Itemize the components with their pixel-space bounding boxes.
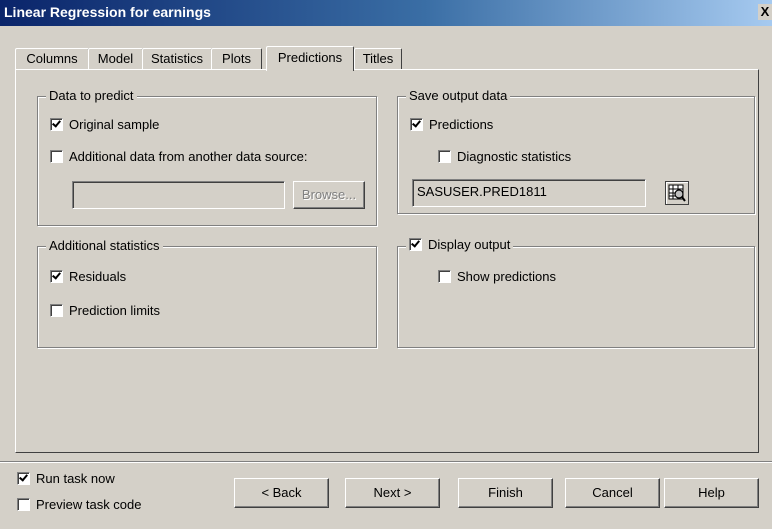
additional-data-source-field[interactable] [72, 181, 285, 209]
output-dataset-value: SASUSER.PRED1811 [417, 184, 547, 199]
predictions-panel: Data to predict Original sample Addition… [15, 69, 759, 453]
title-bar: Linear Regression for earnings X [0, 0, 772, 26]
display-output-label: Display output [428, 237, 511, 252]
show-predictions-checkbox[interactable]: Show predictions [438, 269, 556, 284]
diagnostic-statistics-label: Diagnostic statistics [457, 149, 572, 164]
close-button[interactable]: X [758, 4, 772, 20]
show-predictions-box[interactable] [438, 270, 451, 283]
help-button[interactable]: Help [664, 478, 759, 508]
additional-data-label: Additional data from another data source… [69, 149, 308, 164]
residuals-checkbox[interactable]: Residuals [50, 269, 126, 284]
back-button[interactable]: < Back [234, 478, 329, 508]
prediction-limits-label: Prediction limits [69, 303, 161, 318]
finish-button[interactable]: Finish [458, 478, 553, 508]
next-button[interactable]: Next > [345, 478, 440, 508]
preview-task-code-box[interactable] [17, 498, 30, 511]
save-output-group: Save output data Predictions Diagnostic … [397, 88, 755, 214]
run-task-now-checkbox[interactable]: Run task now [17, 471, 115, 486]
tab-plots[interactable]: Plots [211, 48, 262, 69]
additional-statistics-legend: Additional statistics [46, 238, 163, 253]
predictions-checkbox[interactable]: Predictions [410, 117, 493, 132]
tab-predictions[interactable]: Predictions [266, 46, 354, 71]
run-task-now-label: Run task now [36, 471, 115, 486]
display-output-group: Display output Show predictions [397, 237, 755, 348]
original-sample-box[interactable] [50, 118, 63, 131]
predictions-box[interactable] [410, 118, 423, 131]
dataset-browse-icon [668, 184, 686, 202]
tab-titles[interactable]: Titles [354, 48, 402, 69]
data-to-predict-legend: Data to predict [46, 88, 137, 103]
predictions-label: Predictions [429, 117, 494, 132]
prediction-limits-checkbox[interactable]: Prediction limits [50, 303, 160, 318]
diagnostic-statistics-checkbox[interactable]: Diagnostic statistics [438, 149, 571, 164]
save-output-legend: Save output data [406, 88, 511, 103]
data-to-predict-group: Data to predict Original sample Addition… [37, 88, 377, 226]
show-predictions-label: Show predictions [457, 269, 556, 284]
run-task-now-box[interactable] [17, 472, 30, 485]
residuals-label: Residuals [69, 269, 127, 284]
original-sample-label: Original sample [69, 117, 160, 132]
cancel-button[interactable]: Cancel [565, 478, 660, 508]
preview-task-code-label: Preview task code [36, 497, 142, 512]
prediction-limits-box[interactable] [50, 304, 63, 317]
original-sample-checkbox[interactable]: Original sample [50, 117, 159, 132]
tab-statistics[interactable]: Statistics [142, 48, 212, 69]
preview-task-code-checkbox[interactable]: Preview task code [17, 497, 142, 512]
footer-separator [0, 461, 772, 463]
window-title: Linear Regression for earnings [4, 4, 211, 20]
browse-button[interactable]: Browse... [293, 181, 365, 209]
additional-data-checkbox[interactable]: Additional data from another data source… [50, 149, 307, 164]
additional-data-box[interactable] [50, 150, 63, 163]
output-dataset-field[interactable]: SASUSER.PRED1811 [412, 179, 646, 207]
dataset-browse-button[interactable] [665, 181, 689, 205]
residuals-box[interactable] [50, 270, 63, 283]
display-output-box[interactable] [409, 238, 422, 251]
additional-statistics-group: Additional statistics Residuals Predicti… [37, 238, 377, 348]
display-output-checkbox[interactable]: Display output [406, 237, 514, 252]
tab-columns[interactable]: Columns [15, 48, 89, 69]
tab-model[interactable]: Model [88, 48, 143, 69]
diagnostic-statistics-box[interactable] [438, 150, 451, 163]
